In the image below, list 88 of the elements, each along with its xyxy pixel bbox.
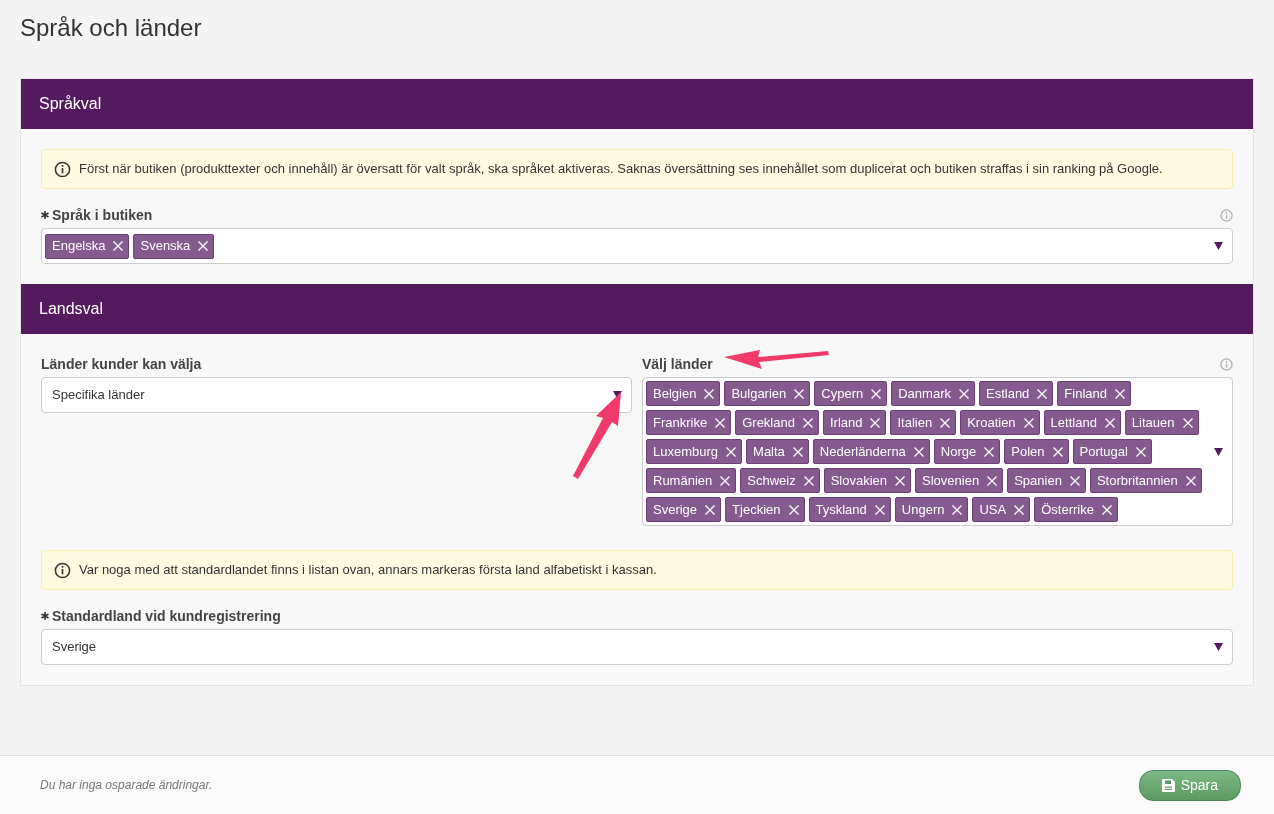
tag-chip: Norge	[933, 439, 1001, 464]
info-icon	[54, 160, 71, 178]
tag-chip: Belgien	[646, 381, 721, 406]
tag-chip: Portugal	[1072, 439, 1152, 464]
remove-icon[interactable]	[113, 241, 124, 251]
remove-icon[interactable]	[1135, 446, 1146, 457]
info-icon	[1220, 208, 1233, 222]
remove-icon[interactable]	[715, 417, 726, 428]
tag-chip: Schweiz	[740, 468, 820, 493]
tag-chip: Storbritannien	[1089, 468, 1202, 493]
tag-chip: Spanien	[1007, 468, 1086, 493]
tag-chip: Tjeckien	[725, 497, 805, 522]
field-label: Språk i butiken	[52, 205, 153, 225]
remove-icon[interactable]	[792, 446, 803, 457]
remove-icon[interactable]	[913, 446, 924, 457]
tag-chip: Irland	[822, 410, 887, 435]
remove-icon[interactable]	[198, 241, 209, 251]
remove-icon[interactable]	[788, 504, 799, 515]
field-label: Standardland vid kundregistrering	[52, 606, 281, 626]
tag-chip: Estland	[979, 381, 1054, 406]
tag-chip: Italien	[890, 410, 957, 435]
tag-chip: Svenska	[133, 233, 215, 259]
tag-chip: Österrike	[1034, 497, 1118, 522]
caret-icon	[1214, 242, 1223, 250]
notice-text: Var noga med att standardlandet finns i listan ovan, annars markeras första land alfabetiskt i kassan.	[79, 561, 657, 580]
info-icon	[1220, 357, 1233, 371]
remove-icon[interactable]	[940, 417, 951, 428]
remove-icon[interactable]	[1014, 504, 1025, 515]
remove-icon[interactable]	[802, 417, 813, 428]
remove-icon[interactable]	[984, 446, 995, 457]
tag-chip: USA	[972, 497, 1031, 522]
remove-icon[interactable]	[959, 388, 969, 399]
remove-icon[interactable]	[726, 446, 737, 457]
tag-chip: Lettland	[1043, 410, 1121, 435]
remove-icon[interactable]	[871, 388, 882, 399]
caret-icon	[1214, 447, 1223, 456]
page-title: Språk och länder	[20, 13, 203, 43]
remove-icon[interactable]	[705, 504, 716, 515]
remove-icon[interactable]	[1037, 388, 1048, 399]
remove-icon[interactable]	[1023, 417, 1034, 428]
remove-icon[interactable]	[1101, 504, 1112, 515]
tag-chip: Rumänien	[646, 468, 737, 493]
remove-icon[interactable]	[794, 388, 805, 399]
field-label: Välj länder	[642, 354, 713, 374]
tag-chip: Bulgarien	[724, 381, 811, 406]
tag-chip: Finland	[1057, 381, 1131, 406]
tag-chip: Grekland	[735, 410, 819, 435]
remove-icon[interactable]	[1069, 475, 1080, 486]
tag-chip: Tyskland	[808, 497, 891, 522]
select-field[interactable]: Specifika länder	[41, 377, 632, 413]
multiselect-field[interactable]	[642, 377, 1233, 526]
status-text: Du har inga osparade ändringar.	[40, 777, 213, 794]
remove-icon[interactable]	[895, 475, 906, 486]
select-field[interactable]: Sverige	[41, 629, 1233, 665]
remove-icon[interactable]	[952, 504, 963, 515]
remove-icon[interactable]	[704, 388, 715, 399]
notice-text: Först när butiken (produkttexter och innehåll) är översatt för valt språk, ska språket aktiveras. Saknas översättning ses innehållet som duplicerat och butiken straffas i sin ranking på Google.	[79, 160, 1163, 179]
tag-chip: Litauen	[1124, 410, 1199, 435]
tag-chip: Nederländerna	[812, 439, 930, 464]
multiselect-field[interactable]: Engelska Svenska	[41, 228, 1233, 264]
tag-chip: Frankrike	[646, 410, 732, 435]
remove-icon[interactable]	[1052, 446, 1063, 457]
remove-icon[interactable]	[987, 475, 998, 486]
remove-icon[interactable]	[803, 475, 814, 486]
tag-chip: Danmark	[891, 381, 975, 406]
tag-chip: Slovakien	[823, 468, 912, 493]
remove-icon[interactable]	[1185, 475, 1196, 486]
tag-chip: Malta	[746, 439, 809, 464]
section-header: Landsval	[21, 284, 1253, 334]
tag-chip: Kroatien	[960, 410, 1040, 435]
remove-icon[interactable]	[874, 504, 885, 515]
tag-chip: Cypern	[814, 381, 888, 406]
tag-chip: Luxemburg	[646, 439, 743, 464]
tag-chip: Slovenien	[915, 468, 1004, 493]
remove-icon[interactable]	[1104, 417, 1115, 428]
caret-icon	[1214, 643, 1223, 651]
info-icon	[54, 561, 71, 579]
field-label: Länder kunder kan välja	[41, 354, 202, 374]
section-header: Språkval	[21, 79, 1253, 129]
remove-icon[interactable]	[1182, 417, 1193, 428]
tag-chip: Sverige	[646, 497, 722, 522]
tag-chip: Engelska	[45, 233, 130, 259]
remove-icon[interactable]	[720, 475, 731, 486]
tag-chip: Polen	[1004, 439, 1069, 464]
tag-chip: Ungern	[894, 497, 969, 522]
save-icon	[1161, 778, 1175, 792]
remove-icon[interactable]	[870, 417, 881, 428]
remove-icon[interactable]	[1115, 388, 1125, 399]
